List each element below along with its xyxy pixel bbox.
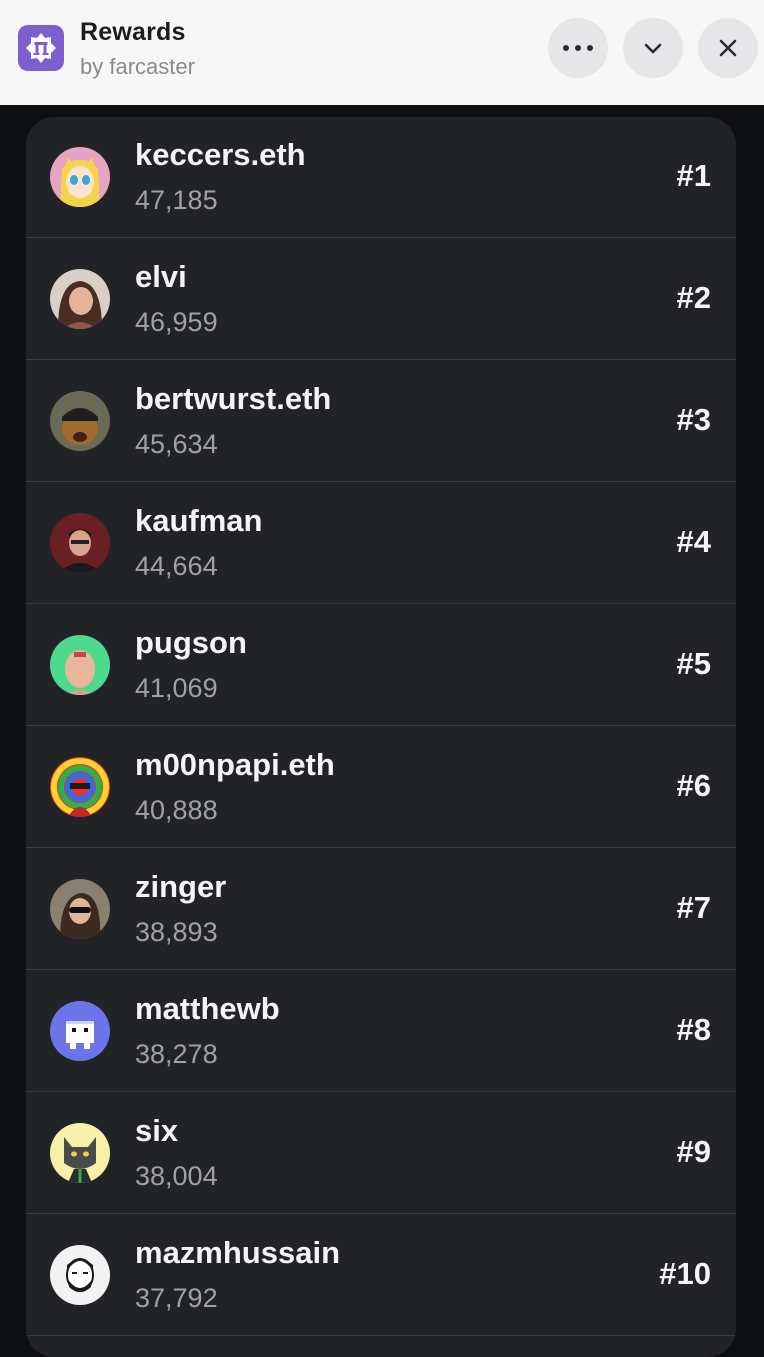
username: keccers.eth [135, 137, 306, 172]
rank: #9 [676, 1134, 711, 1169]
score: 37,792 [135, 1283, 218, 1313]
username: six [135, 1113, 179, 1148]
avatar [50, 1245, 110, 1305]
app-title: Rewards [80, 18, 186, 46]
leaderboard-row[interactable]: zinger 38,893 #7 [26, 849, 736, 970]
close-button[interactable] [698, 18, 758, 78]
score: 41,069 [135, 673, 218, 703]
score: 46,959 [135, 307, 218, 337]
app-subtitle: by farcaster [80, 54, 195, 79]
avatar [50, 879, 110, 939]
score: 38,004 [135, 1161, 218, 1191]
username: bertwurst.eth [135, 381, 332, 416]
farcaster-arch-icon [18, 25, 64, 71]
avatar [50, 1123, 110, 1183]
username: kaufman [135, 503, 263, 538]
avatar [50, 757, 110, 817]
chevron-down-icon [644, 43, 662, 54]
rank: #5 [676, 646, 711, 681]
avatar [50, 635, 110, 695]
leaderboard-row[interactable]: keccers.eth 47,185 #1 [26, 117, 736, 238]
avatar [50, 269, 110, 329]
rank: #1 [676, 158, 711, 193]
leaderboard-panel: keccers.eth 47,185 #1 elvi 46,959 #2 ber… [26, 117, 736, 1357]
rank: #3 [676, 402, 711, 437]
leaderboard-row[interactable]: mazmhussain 37,792 #10 [26, 1215, 736, 1336]
username: elvi [135, 259, 187, 294]
rank: #4 [676, 524, 711, 559]
rank: #2 [676, 280, 711, 315]
leaderboard-row[interactable]: pugson 41,069 #5 [26, 605, 736, 726]
score: 47,185 [135, 185, 218, 215]
leaderboard-row[interactable]: elvi 46,959 #2 [26, 239, 736, 360]
leaderboard-row[interactable]: bertwurst.eth 45,634 #3 [26, 361, 736, 482]
leaderboard-row[interactable]: matthewb 38,278 #8 [26, 971, 736, 1092]
rank: #8 [676, 1012, 711, 1047]
score: 44,664 [135, 551, 218, 581]
app-header: Rewards by farcaster [0, 0, 764, 105]
username: matthewb [135, 991, 280, 1026]
username: m00npapi.eth [135, 747, 335, 782]
rank: #10 [659, 1256, 711, 1291]
username: pugson [135, 625, 247, 660]
leaderboard-row[interactable]: six 38,004 #9 [26, 1093, 736, 1214]
score: 38,278 [135, 1039, 218, 1069]
rank: #6 [676, 768, 711, 803]
avatar [50, 391, 110, 451]
more-options-button[interactable] [548, 18, 608, 78]
avatar [50, 1001, 110, 1061]
leaderboard-row[interactable]: kaufman 44,664 #4 [26, 483, 736, 604]
score: 45,634 [135, 429, 218, 459]
rank: #7 [676, 890, 711, 925]
username: mazmhussain [135, 1235, 341, 1270]
collapse-button[interactable] [623, 18, 683, 78]
leaderboard-row[interactable]: m00npapi.eth 40,888 #6 [26, 727, 736, 848]
score: 40,888 [135, 795, 218, 825]
username: zinger [135, 869, 227, 904]
close-icon [719, 39, 737, 57]
more-dots-icon [563, 45, 593, 51]
avatar [50, 513, 110, 573]
score: 38,893 [135, 917, 218, 947]
avatar [50, 147, 110, 207]
